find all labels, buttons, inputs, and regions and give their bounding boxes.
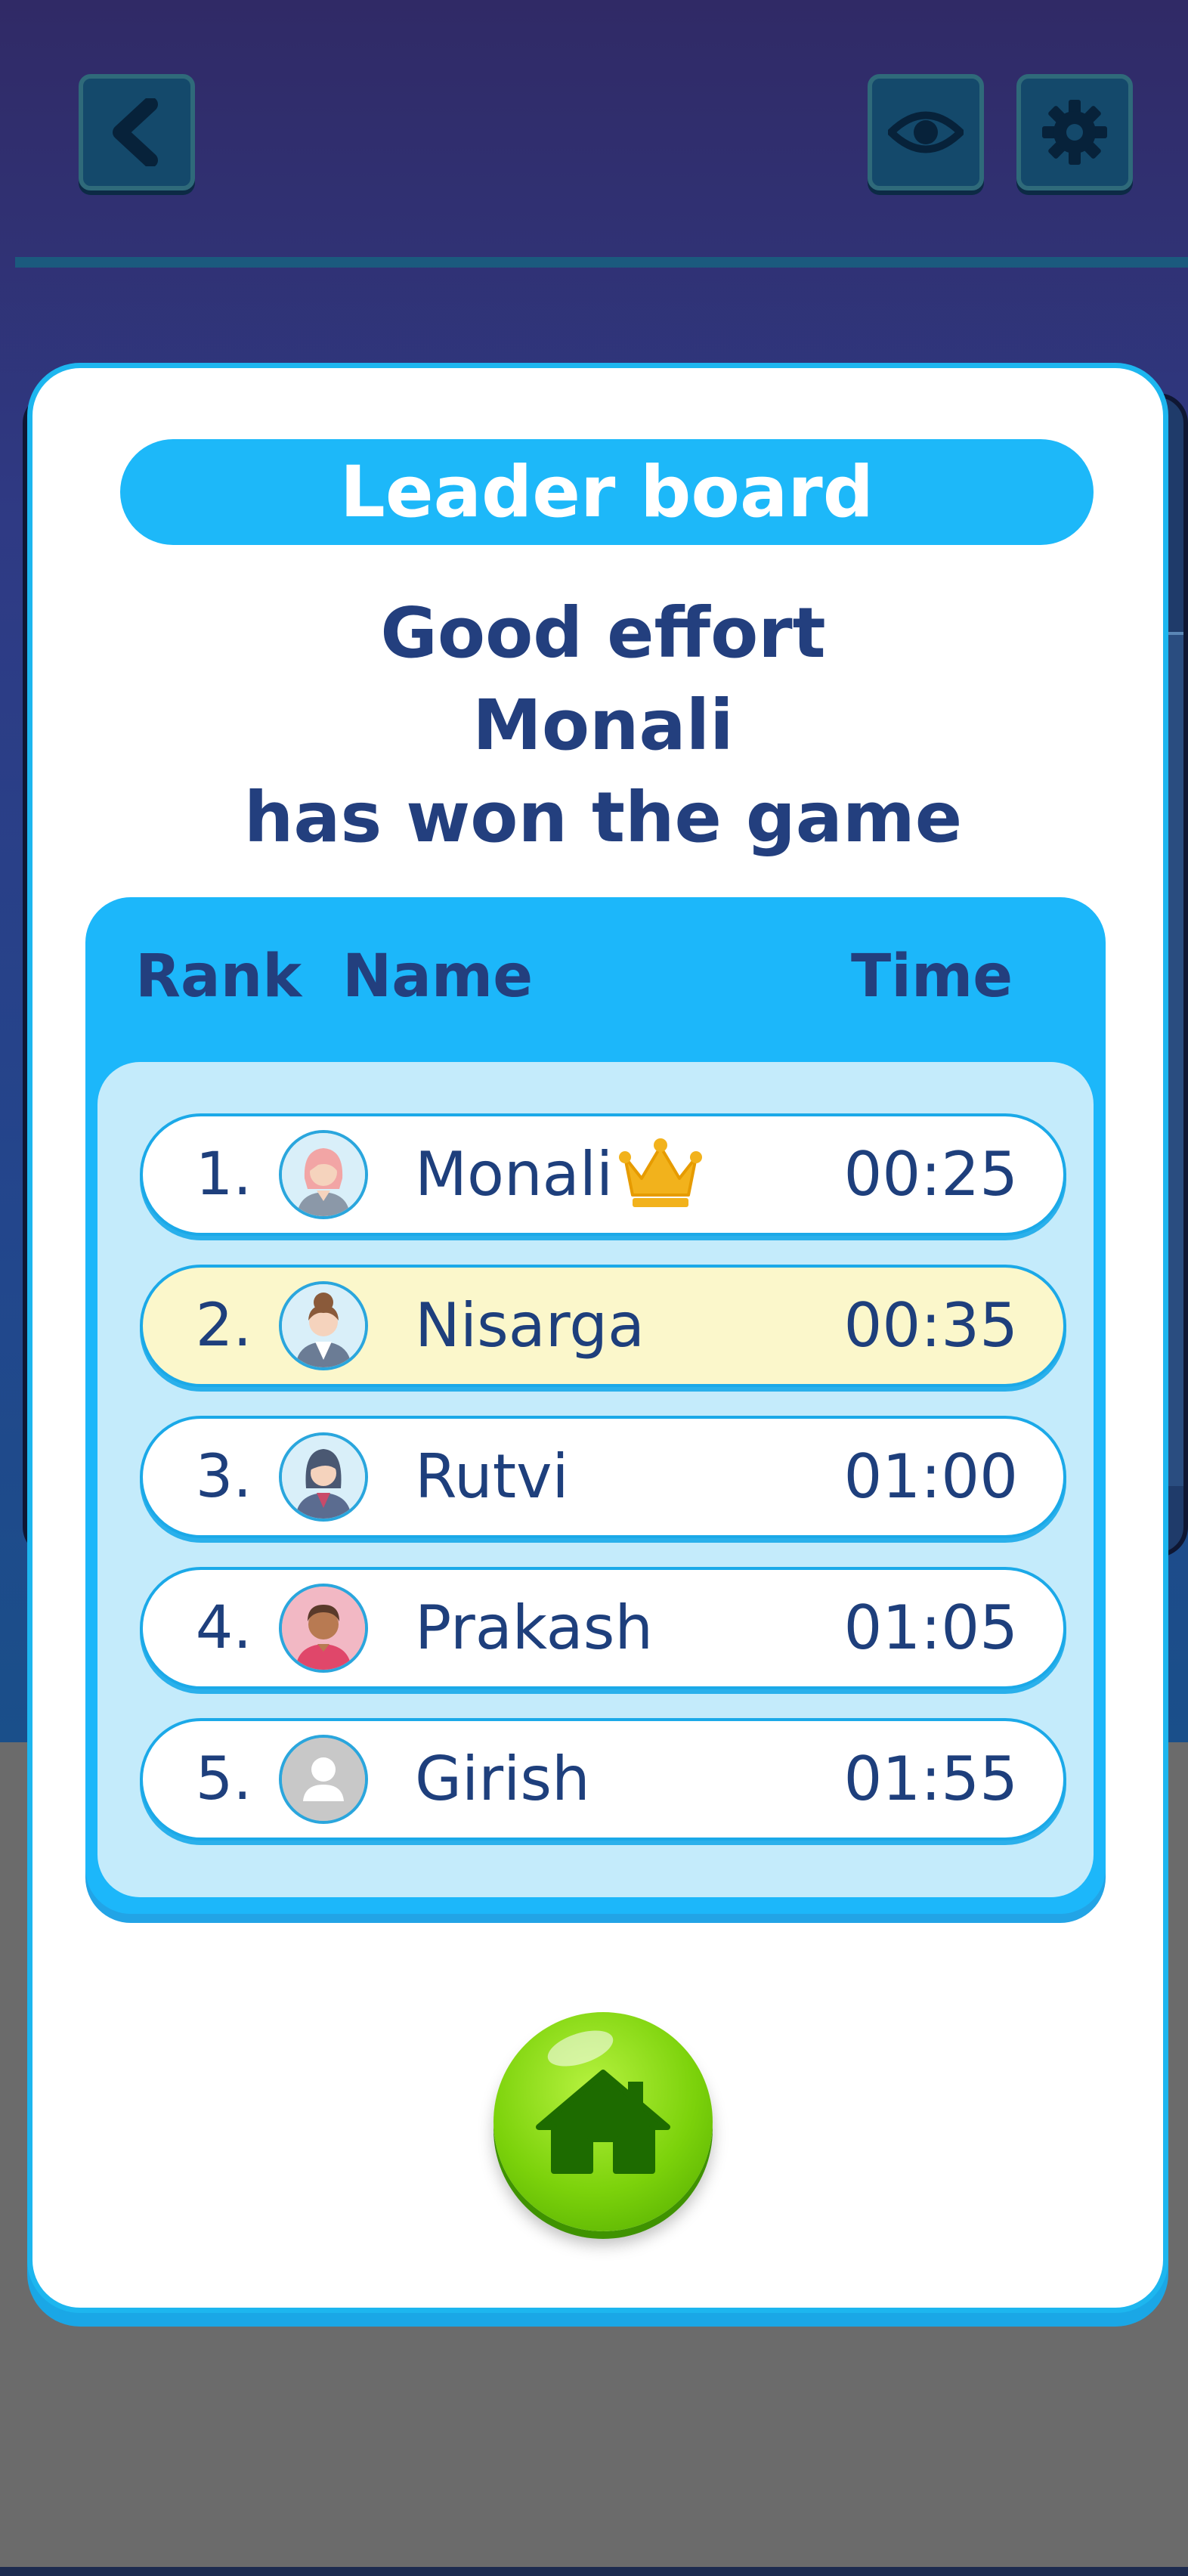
winner-name: Monali: [472, 685, 734, 766]
player-time: 00:25: [843, 1139, 1018, 1209]
player-time: 01:00: [843, 1441, 1018, 1512]
default-user-icon: [282, 1738, 365, 1821]
player-time: 01:55: [843, 1744, 1018, 1814]
row-rank: 2.: [195, 1292, 252, 1360]
avatar: [279, 1735, 368, 1824]
result-line-3: has won the game: [243, 777, 963, 858]
player-name: Nisarga: [415, 1290, 645, 1361]
table-row: 5. Girish 01:55: [140, 1718, 1066, 1841]
column-header-rank: Rank: [135, 943, 302, 1011]
result-message: Good effort Monali has won the game: [32, 587, 1174, 864]
header-divider: [15, 257, 1188, 268]
leaderboard-modal: Leader board Good effort Monali has won …: [27, 363, 1168, 2313]
back-button[interactable]: [79, 74, 195, 190]
player-name: Rutvi: [415, 1441, 569, 1512]
female-avatar-icon: [282, 1133, 365, 1216]
avatar: [279, 1432, 368, 1522]
column-header-time: Time: [851, 943, 1013, 1011]
home-button[interactable]: [493, 2012, 713, 2231]
bottom-strip: [0, 2567, 1188, 2576]
row-rank: 4.: [195, 1594, 252, 1662]
avatar: [279, 1130, 368, 1219]
home-icon: [536, 2070, 670, 2174]
leaderboard-list: 1. Monali 00:25 2. Nisarga 00:35 3. Rutv…: [97, 1062, 1094, 1897]
male-avatar-icon: [282, 1587, 365, 1670]
row-rank: 3.: [195, 1443, 252, 1511]
player-name: Girish: [415, 1744, 590, 1814]
row-rank: 5.: [195, 1745, 252, 1813]
player-name: Prakash: [415, 1593, 654, 1663]
table-row: 2. Nisarga 00:35: [140, 1265, 1066, 1387]
avatar: [279, 1281, 368, 1370]
female-avatar-icon: [282, 1284, 365, 1367]
female-avatar-icon: [282, 1435, 365, 1519]
avatar: [279, 1584, 368, 1673]
settings-button[interactable]: [1016, 74, 1133, 190]
table-row: 1. Monali 00:25: [140, 1113, 1066, 1236]
view-button[interactable]: [868, 74, 984, 190]
player-time: 01:05: [843, 1593, 1018, 1663]
leaderboard-table: Rank Name Time 1. Monali 00:25 2. Nisarg…: [85, 897, 1106, 1914]
column-header-name: Name: [342, 943, 534, 1011]
player-name: Monali: [415, 1139, 614, 1209]
chevron-left-icon: [113, 98, 158, 166]
crown-icon: [619, 1138, 702, 1207]
player-time: 00:35: [843, 1290, 1018, 1361]
eye-icon: [888, 111, 964, 153]
row-rank: 1.: [195, 1141, 252, 1209]
gear-icon: [1042, 100, 1107, 165]
table-row: 3. Rutvi 01:00: [140, 1416, 1066, 1538]
leaderboard-title: Leader board: [120, 439, 1094, 545]
table-row: 4. Prakash 01:05: [140, 1567, 1066, 1689]
result-line-1: Good effort: [380, 593, 826, 673]
